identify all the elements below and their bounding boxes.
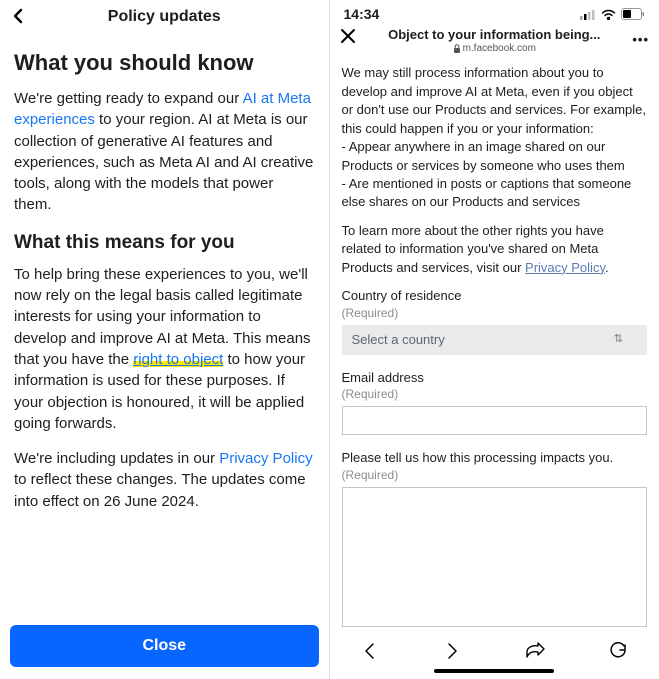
email-field[interactable] <box>342 406 648 435</box>
status-time: 14:34 <box>344 6 380 22</box>
select-caret-icon: ⇅ <box>614 332 623 347</box>
nav-forward-icon[interactable] <box>442 641 462 661</box>
status-icons <box>580 8 645 20</box>
objection-form-screen: 14:34 Object to your information being..… <box>330 0 659 679</box>
other-rights-paragraph: To learn more about the other rights you… <box>342 222 648 277</box>
privacy-policy-link-left[interactable]: Privacy Policy <box>219 450 312 467</box>
privacy-policy-paragraph: We're including updates in our Privacy P… <box>14 448 315 512</box>
left-body: What you should know We're getting ready… <box>0 32 329 619</box>
close-button[interactable]: Close <box>10 625 319 667</box>
browser-bottom-nav <box>330 631 659 665</box>
wifi-icon <box>601 9 616 20</box>
close-icon[interactable] <box>340 28 356 44</box>
more-icon[interactable]: ••• <box>632 32 649 47</box>
heading-what-you-should-know: What you should know <box>14 50 315 76</box>
country-select[interactable]: Select a country ⇅ <box>342 325 648 355</box>
right-to-object-link[interactable]: right to object <box>133 351 223 368</box>
legal-basis-paragraph: To help bring these experiences to you, … <box>14 264 315 434</box>
domain-label: m.facebook.com <box>388 43 600 54</box>
reload-icon[interactable] <box>608 641 628 661</box>
processing-info-paragraph: We may still process information about y… <box>342 64 648 212</box>
privacy-policy-link-right[interactable]: Privacy Policy <box>525 260 605 275</box>
heading-what-this-means: What this means for you <box>14 232 315 254</box>
status-bar: 14:34 <box>330 0 659 22</box>
signal-icon <box>580 9 596 20</box>
share-icon[interactable] <box>524 641 546 661</box>
form-body: We may still process information about y… <box>330 56 659 631</box>
left-header-title: Policy updates <box>108 8 221 26</box>
page-title: Object to your information being... <box>388 28 600 42</box>
impact-required: (Required) <box>342 467 648 483</box>
country-required: (Required) <box>342 305 648 321</box>
impact-label: Please tell us how this processing impac… <box>342 449 648 467</box>
left-header: Policy updates <box>0 0 329 32</box>
nav-back-icon[interactable] <box>360 641 380 661</box>
country-label: Country of residence <box>342 287 648 305</box>
back-icon[interactable] <box>10 8 26 24</box>
impact-textarea[interactable] <box>342 487 648 627</box>
battery-icon <box>621 8 645 20</box>
lock-icon <box>453 44 461 53</box>
home-indicator <box>434 669 554 673</box>
policy-updates-screen: Policy updates What you should know We'r… <box>0 0 330 679</box>
intro-paragraph: We're getting ready to expand our AI at … <box>14 88 315 216</box>
email-required: (Required) <box>342 386 648 402</box>
email-label: Email address <box>342 369 648 387</box>
browser-header: Object to your information being... m.fa… <box>330 22 659 56</box>
